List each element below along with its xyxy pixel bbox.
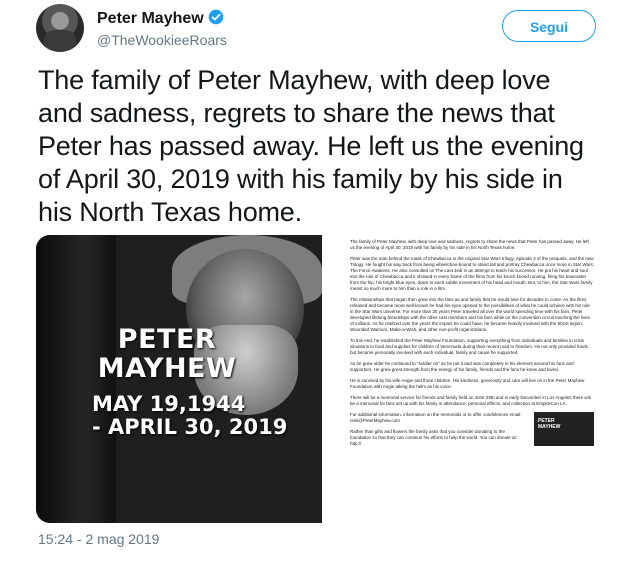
author-name-text[interactable]: Peter Mayhew (97, 10, 204, 27)
doc-paragraph: Peter was the man behind the mask of Che… (350, 256, 594, 291)
doc-paragraph: He is survived by his wife Angie and thr… (350, 378, 585, 389)
photo-dates-line1: MAY 19,1944 (92, 392, 246, 416)
tweet-timestamp[interactable]: 15:24 - 2 mag 2019 (38, 531, 159, 547)
doc-paragraph: To this end, he established the Peter Ma… (350, 338, 588, 355)
photo-name-line1: PETER (117, 324, 217, 355)
tweet-header: Peter Mayhew @TheWookieeRoars Segui (36, 4, 596, 52)
doc-thumbnail-label: PETER MAYHEW (538, 418, 561, 430)
doc-paragraph: The relationships that began then grew i… (350, 297, 590, 332)
avatar[interactable] (36, 4, 84, 52)
memorial-photo[interactable]: PETER MAYHEW MAY 19,1944 - APRIL 30, 201… (36, 235, 322, 523)
statement-document[interactable]: The family of Peter Mayhew, with deep lo… (344, 235, 602, 523)
verified-badge-icon (208, 9, 224, 25)
tweet-text: The family of Peter Mayhew, with deep lo… (38, 65, 584, 227)
tweet-media[interactable]: PETER MAYHEW MAY 19,1944 - APRIL 30, 201… (36, 235, 602, 523)
doc-thumbnail: PETER MAYHEW (534, 412, 594, 446)
doc-paragraph: The family of Peter Mayhew, with deep lo… (350, 239, 589, 250)
author-handle[interactable]: @TheWookieeRoars (97, 32, 227, 48)
photo-name-line2: MAYHEW (97, 353, 237, 384)
memorial-caption: PETER MAYHEW MAY 19,1944 - APRIL 30, 201… (92, 324, 288, 439)
follow-button[interactable]: Segui (502, 10, 596, 42)
doc-bottom-section: For additional information, information … (344, 412, 602, 462)
doc-paragraph: As he grew older he continued to "soldie… (350, 361, 574, 372)
photo-dates-line2: - APRIL 30, 2019 (92, 415, 288, 439)
doc-paragraph: For additional information, information … (350, 412, 522, 423)
doc-paragraph: There will be a memorial service for fri… (350, 395, 591, 406)
author-name[interactable]: Peter Mayhew (97, 9, 224, 28)
doc-paragraph: Rather than gifts and flowers the family… (350, 429, 518, 446)
